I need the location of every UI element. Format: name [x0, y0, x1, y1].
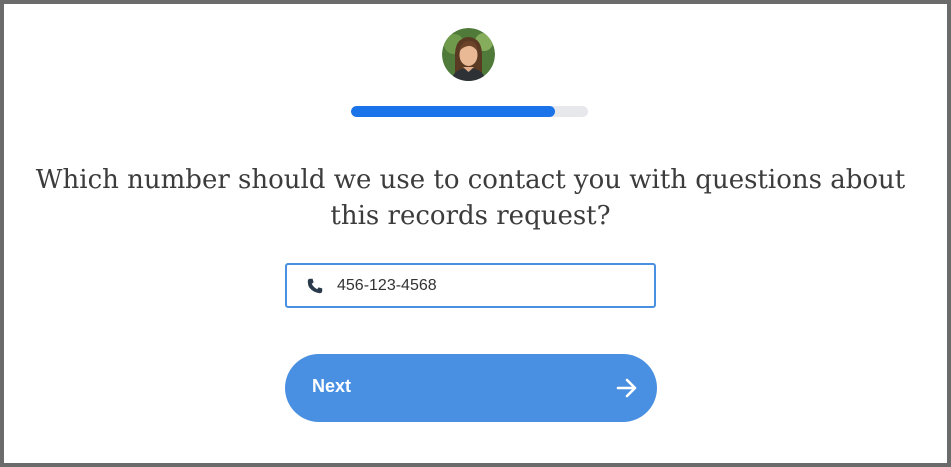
progress-bar-fill — [351, 106, 555, 117]
page-frame: Which number should we use to contact yo… — [0, 0, 951, 467]
progress-bar — [351, 106, 588, 117]
next-button-label: Next — [312, 376, 352, 396]
arrow-right-icon — [616, 378, 637, 398]
avatar — [442, 28, 495, 81]
phone-icon — [307, 278, 323, 294]
user-photo-avatar — [442, 28, 495, 81]
phone-input[interactable] — [337, 271, 637, 301]
question-heading: Which number should we use to contact yo… — [35, 165, 906, 231]
phone-field[interactable] — [285, 263, 656, 308]
next-button[interactable]: Next — [285, 354, 657, 422]
